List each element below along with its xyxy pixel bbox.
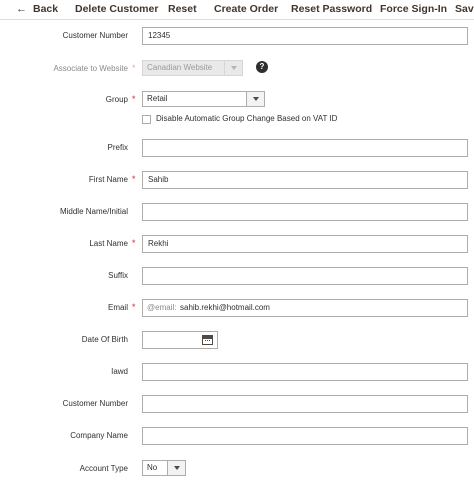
company-name-input[interactable] bbox=[142, 427, 468, 445]
website-required-mark: * bbox=[132, 63, 136, 73]
customer-number-top-input[interactable]: 12345 bbox=[142, 27, 468, 45]
iawd-input[interactable] bbox=[142, 363, 468, 381]
first-name-label: First Name bbox=[88, 175, 128, 184]
vat-checkbox-label: Disable Automatic Group Change Based on … bbox=[156, 114, 338, 123]
calendar-icon[interactable] bbox=[202, 335, 213, 345]
email-addon: @email: bbox=[147, 303, 177, 312]
first-name-row: First Name * Sahib bbox=[0, 171, 474, 191]
email-input[interactable]: @email: sahib.rekhi@hotmail.com bbox=[142, 299, 468, 317]
middle-name-row: Middle Name/Initial bbox=[0, 203, 474, 223]
group-required-mark: * bbox=[132, 94, 136, 104]
chevron-down-icon bbox=[224, 61, 242, 75]
last-name-row: Last Name * Rekhi bbox=[0, 235, 474, 255]
middle-name-label: Middle Name/Initial bbox=[59, 207, 128, 216]
prefix-label: Prefix bbox=[107, 143, 128, 152]
middle-name-input[interactable] bbox=[142, 203, 468, 221]
customer-number-top-label: Customer Number bbox=[62, 31, 128, 40]
group-label: Group bbox=[105, 95, 128, 104]
suffix-label: Suffix bbox=[108, 271, 128, 280]
last-name-input[interactable]: Rekhi bbox=[142, 235, 468, 253]
suffix-input[interactable] bbox=[142, 267, 468, 285]
website-select: Canadian Website bbox=[142, 60, 243, 76]
vat-checkbox[interactable] bbox=[142, 115, 151, 124]
customer-number-row: Customer Number bbox=[0, 395, 474, 415]
reset-password-button[interactable]: Reset Password bbox=[291, 2, 372, 16]
chevron-down-icon bbox=[167, 461, 185, 475]
email-row: Email * @email: sahib.rekhi@hotmail.com bbox=[0, 299, 474, 319]
website-label: Associate to Website bbox=[53, 64, 128, 73]
group-row: Group * Retail bbox=[0, 91, 474, 111]
company-name-row: Company Name bbox=[0, 427, 474, 447]
account-type-value: No bbox=[147, 463, 158, 472]
last-name-label: Last Name bbox=[89, 239, 128, 248]
force-signin-button[interactable]: Force Sign-In bbox=[380, 2, 447, 16]
help-icon[interactable]: ? bbox=[256, 61, 268, 73]
email-label: Email bbox=[107, 303, 128, 312]
first-name-required-mark: * bbox=[132, 174, 136, 184]
iawd-label: Iawd bbox=[111, 367, 128, 376]
reset-button[interactable]: Reset bbox=[168, 2, 197, 16]
page-actions-toolbar: ← Back Delete Customer Reset Create Order… bbox=[0, 0, 474, 20]
back-button[interactable]: ← Back bbox=[16, 2, 58, 16]
back-label: Back bbox=[33, 3, 59, 15]
account-type-label: Account Type bbox=[79, 464, 128, 473]
save-button[interactable]: Save bbox=[455, 2, 474, 16]
last-name-required-mark: * bbox=[132, 238, 136, 248]
first-name-input[interactable]: Sahib bbox=[142, 171, 468, 189]
iawd-row: Iawd bbox=[0, 363, 474, 383]
email-value: sahib.rekhi@hotmail.com bbox=[180, 303, 270, 312]
customer-number-input[interactable] bbox=[142, 395, 468, 413]
customer-number-top-row: Customer Number 12345 bbox=[0, 27, 474, 47]
website-row: Associate to Website * Canadian Website … bbox=[0, 60, 474, 80]
back-arrow-icon: ← bbox=[16, 3, 27, 15]
prefix-input[interactable] bbox=[142, 139, 468, 157]
website-value: Canadian Website bbox=[147, 63, 213, 72]
group-select[interactable]: Retail bbox=[142, 91, 265, 107]
company-name-label: Company Name bbox=[70, 431, 128, 440]
group-value: Retail bbox=[147, 94, 168, 103]
prefix-row: Prefix bbox=[0, 139, 474, 159]
dob-row: Date Of Birth bbox=[0, 331, 474, 351]
suffix-row: Suffix bbox=[0, 267, 474, 287]
delete-customer-button[interactable]: Delete Customer bbox=[75, 2, 158, 16]
customer-number-label: Customer Number bbox=[62, 399, 128, 408]
chevron-down-icon bbox=[246, 92, 264, 106]
dob-label: Date Of Birth bbox=[81, 335, 128, 344]
create-order-button[interactable]: Create Order bbox=[214, 2, 278, 16]
email-required-mark: * bbox=[132, 302, 136, 312]
dob-input[interactable] bbox=[142, 331, 218, 349]
account-type-select[interactable]: No bbox=[142, 460, 186, 476]
account-type-row: Account Type No bbox=[0, 460, 474, 480]
